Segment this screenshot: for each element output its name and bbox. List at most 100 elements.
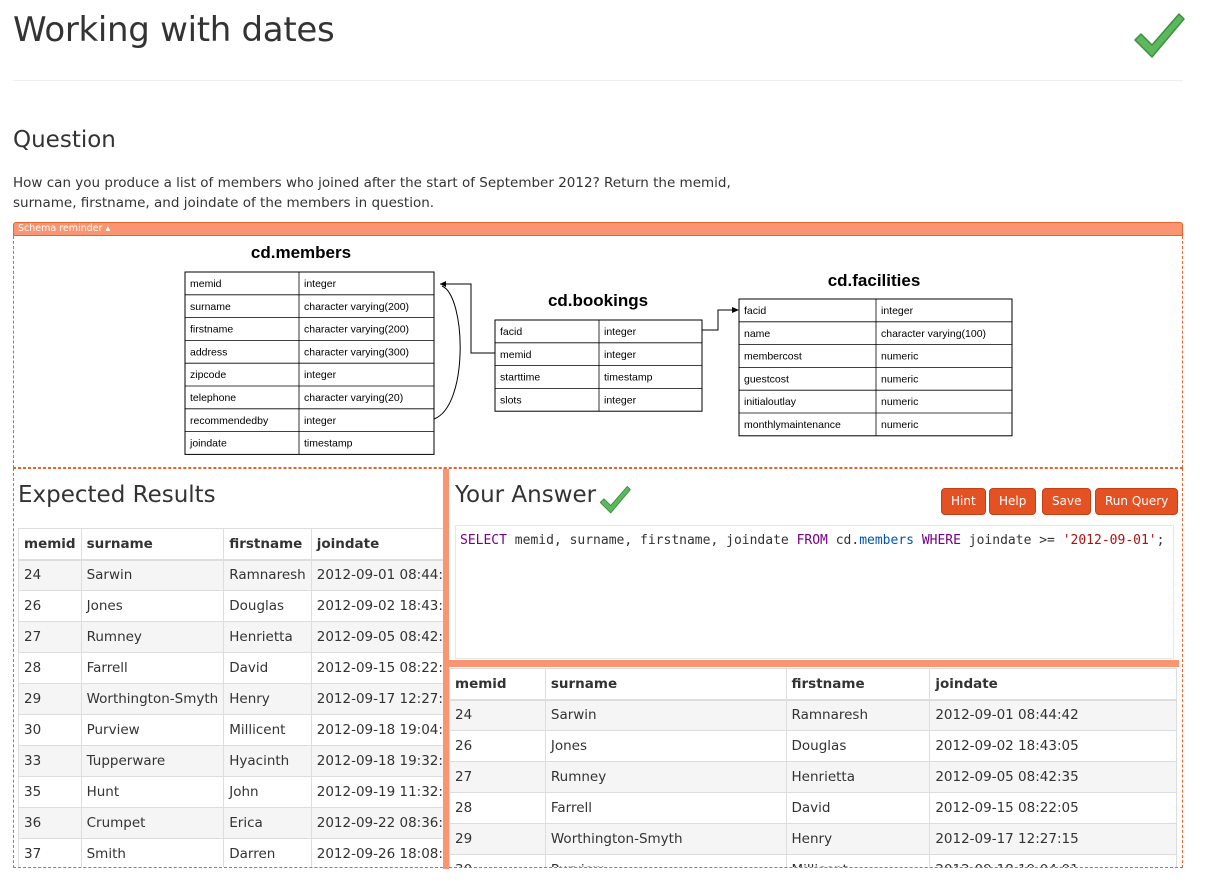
schema-column-name: memid	[190, 278, 222, 290]
cell-joindate: 2012-09-18 19:04:01	[929, 854, 1177, 867]
table-row: 28FarrellDavid2012-09-15 08:22:05	[18, 652, 443, 684]
schema-column-name: memid	[500, 349, 532, 361]
schema-column-name: zipcode	[190, 369, 226, 381]
cell-joindate: 2012-09-19 11:32:45	[311, 776, 443, 808]
cell-firstname: John	[223, 776, 312, 808]
cell-surname: Sarwin	[81, 559, 225, 591]
column-header-joindate: joindate	[929, 668, 1177, 701]
cell-firstname: David	[786, 792, 931, 824]
cell-firstname: Henry	[786, 823, 931, 855]
sql-editor[interactable]: SELECT memid, surname, firstname, joinda…	[455, 525, 1174, 659]
schema-column-type: timestamp	[604, 372, 653, 384]
cell-memid: 24	[18, 559, 82, 591]
schema-column-name: monthlymaintenance	[744, 419, 841, 431]
sql-columns: memid, surname, firstname, joindate	[506, 533, 797, 548]
hint-button[interactable]: Hint	[941, 488, 986, 515]
column-header-firstname: firstname	[786, 668, 931, 701]
cell-joindate: 2012-09-17 12:27:15	[929, 823, 1177, 855]
table-row: 29 Worthington-Smyth Henry 2012-09-17 12:27…	[18, 683, 443, 715]
cell-memid: 26	[18, 590, 82, 622]
run-query-button[interactable]: Run Query	[1095, 488, 1179, 515]
schema-column-type: integer	[604, 326, 637, 338]
cell-memid: 27	[449, 761, 546, 793]
cell-joindate: 2012-09-01 08:44:42	[311, 559, 443, 591]
schema-column-name: firstname	[190, 324, 233, 336]
schema-column-name: surname	[190, 301, 231, 313]
cell-surname: Smith	[81, 838, 225, 867]
schema-column-name: starttime	[500, 372, 540, 384]
table-row: 33TupperwareHyacinth2012-09-18 19:32:05	[18, 745, 443, 777]
schema-column-type: character varying(200)	[304, 301, 409, 313]
horizontal-splitter[interactable]	[449, 660, 1179, 667]
cell-firstname: Henry	[223, 683, 312, 715]
cell-firstname: Henrietta	[786, 761, 931, 793]
schema-column-name: recommendedby	[190, 415, 269, 427]
cell-surname: Jones	[81, 590, 225, 622]
cell-memid: 28	[449, 792, 546, 824]
sql-table: members	[859, 533, 914, 548]
table-row: 29 Worthington-Smyth Henry 2012-09-17 12:27…	[449, 823, 1177, 855]
relation-line-bookings-facilities	[702, 309, 733, 331]
cell-memid: 33	[18, 745, 82, 777]
cell-memid: 29	[18, 683, 82, 715]
schema-column-type: character varying(300)	[304, 346, 409, 358]
cell-surname: Farrell	[81, 652, 225, 684]
cell-surname: Sarwin	[545, 699, 787, 731]
schema-column-type: numeric	[881, 396, 918, 408]
schema-column-name: slots	[500, 394, 522, 406]
table-row: 30PurviewMillicent2012-09-18 19:04:01	[18, 714, 443, 746]
schema-column-type: integer	[304, 369, 337, 381]
checkmark-icon	[1134, 13, 1185, 58]
cell-memid: 29	[449, 823, 546, 855]
schema-column-type: integer	[304, 415, 337, 427]
sql-keyword: WHERE	[921, 533, 961, 548]
schema-column-name: telephone	[190, 392, 236, 404]
schema-column-type: timestamp	[304, 438, 353, 450]
your-answer-panel: Your Answer Hint Help Save Run Query SEL…	[449, 468, 1183, 868]
table-row: 26JonesDouglas2012-09-02 18:43:05	[449, 730, 1177, 762]
checkmark-icon	[599, 486, 631, 514]
schema-column-name: facid	[744, 305, 766, 317]
cell-surname: Rumney	[545, 761, 787, 793]
schema-diagram: cd.members memid integer surname character v…	[13, 236, 1183, 468]
sql-keyword: SELECT	[460, 533, 507, 548]
table-row: 36CrumpetErica2012-09-22 08:36:38	[18, 807, 443, 839]
schema-column-type: character varying(100)	[881, 328, 986, 340]
table-row: 35HuntJohn2012-09-19 11:32:45	[18, 776, 443, 808]
cell-surname: Farrell	[545, 792, 787, 824]
schema-reminder-toggle[interactable]: Schema reminder ▴	[13, 222, 1183, 236]
schema-column-type: character varying(200)	[304, 324, 409, 336]
cell-firstname: Ramnaresh	[223, 559, 312, 591]
relation-line-recommendedby	[433, 285, 461, 420]
sql-terminator: ;	[1156, 533, 1165, 548]
sql-literal: '2012-09-01'	[1062, 533, 1157, 548]
table-row: 27RumneyHenrietta2012-09-05 08:42:35	[449, 761, 1177, 793]
schema-column-type: numeric	[881, 351, 918, 363]
table-row: 24SarwinRamnaresh2012-09-01 08:44:42	[18, 559, 443, 591]
schema-column-name: guestcost	[744, 373, 789, 385]
cell-memid: 26	[449, 730, 546, 762]
arrow-head-icon	[732, 307, 739, 313]
save-button[interactable]: Save	[1042, 488, 1092, 515]
sql-schema: cd.	[827, 533, 860, 548]
schema-table-name: cd.bookings	[548, 291, 648, 310]
help-button[interactable]: Help	[989, 488, 1037, 515]
schema-column-name: membercost	[744, 351, 802, 363]
cell-joindate: 2012-09-22 08:36:38	[311, 807, 443, 839]
schema-column-type: character varying(20)	[304, 392, 403, 404]
cell-memid: 30	[449, 854, 546, 867]
cell-joindate: 2012-09-05 08:42:35	[311, 621, 443, 653]
cell-joindate: 2012-09-05 08:42:35	[929, 761, 1177, 793]
cell-memid: 35	[18, 776, 82, 808]
cell-surname: Hunt	[81, 776, 225, 808]
table-row: 27RumneyHenrietta2012-09-05 08:42:35	[18, 621, 443, 653]
expected-results-panel: Expected Results memid surname firstname jo…	[13, 468, 443, 868]
cell-joindate: 2012-09-15 08:22:05	[311, 652, 443, 684]
cell-joindate: 2012-09-26 18:08:45	[311, 838, 443, 867]
cell-joindate: 2012-09-01 08:44:42	[929, 699, 1177, 731]
cell-joindate: 2012-09-02 18:43:05	[311, 590, 443, 622]
schema-table-name: cd.members	[251, 243, 351, 262]
sql-keyword: FROM	[796, 533, 828, 548]
table-row: 24SarwinRamnaresh2012-09-01 08:44:42	[449, 699, 1177, 731]
cell-joindate: 2012-09-17 12:27:15	[311, 683, 443, 715]
